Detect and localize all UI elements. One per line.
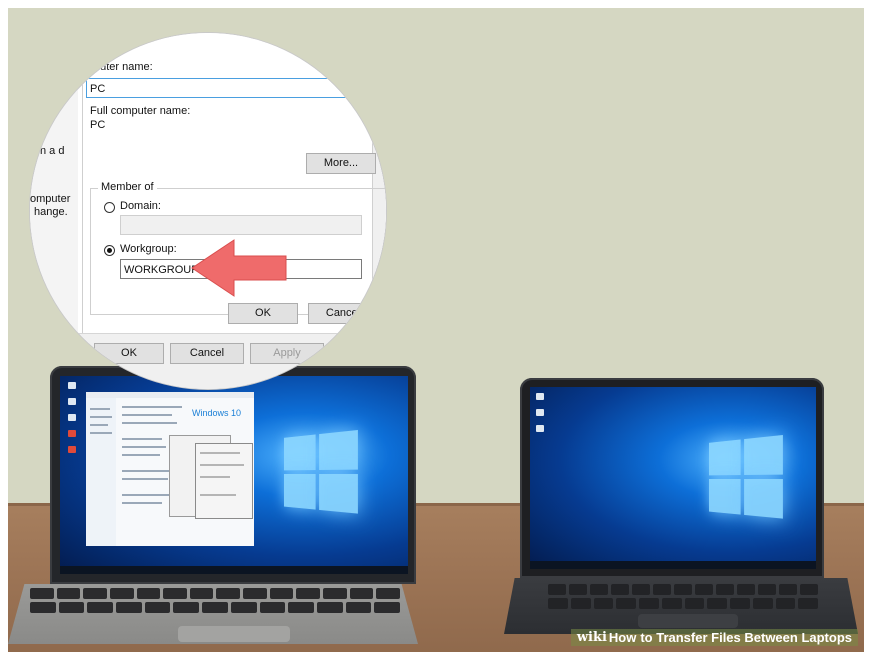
full-computer-name-value: PC	[90, 119, 106, 131]
cancel-button[interactable]: Cancel	[308, 303, 378, 324]
side-text-2: omputer	[30, 193, 71, 205]
desktop-pc-icon-right	[536, 409, 544, 416]
right-taskbar	[530, 561, 816, 569]
watermark-brand: wiki	[576, 630, 607, 645]
workgroup-label: Workgroup:	[120, 243, 177, 255]
desktop-pc-icon	[68, 398, 76, 405]
desktop-network-icon	[68, 414, 76, 421]
red-arrow-icon	[191, 239, 287, 297]
right-laptop-keyboard	[548, 584, 818, 612]
parent-ok-button[interactable]: OK	[94, 343, 164, 364]
left-laptop-screen: Windows 10	[60, 376, 408, 574]
computer-name-field[interactable]: PC	[86, 78, 356, 98]
parent-apply-button[interactable]: Apply	[250, 343, 324, 364]
desktop-network-icon-right	[536, 425, 544, 432]
member-of-label: Member of	[98, 181, 157, 193]
desktop-app-icon-2	[68, 446, 76, 453]
right-laptop-touchpad	[638, 614, 738, 628]
right-laptop-screen	[530, 387, 816, 569]
desktop-app-icon	[68, 430, 76, 437]
domain-radio[interactable]	[104, 202, 115, 213]
magnifier-circle: n a d omputer hange. puter name: PC Full…	[30, 33, 386, 389]
computer-name-label: puter name:	[94, 61, 153, 73]
computer-name-dialog: n a d omputer hange. puter name: PC Full…	[30, 33, 386, 389]
watermark-title: to Transfer Files Between Laptops	[640, 630, 852, 645]
left-laptop-touchpad	[178, 626, 290, 642]
domain-field[interactable]	[120, 215, 362, 235]
more-button[interactable]: More...	[306, 153, 376, 174]
desktop-recycle-bin-icon-right	[536, 393, 544, 400]
parent-cancel-button[interactable]: Cancel	[170, 343, 244, 364]
side-text-3: hange.	[34, 206, 68, 218]
full-computer-name-label: Full computer name:	[90, 105, 191, 117]
domain-label: Domain:	[120, 200, 161, 212]
side-text-1: n a d	[40, 145, 65, 157]
ok-button[interactable]: OK	[228, 303, 298, 324]
wikihow-watermark: wiki How to Transfer Files Between Lapto…	[570, 629, 858, 646]
windows-10-badge: Windows 10	[192, 408, 242, 418]
left-taskbar	[60, 566, 408, 574]
windows-logo-icon-right	[709, 434, 789, 523]
computer-name-changes-window	[196, 444, 252, 518]
watermark-how: How	[608, 630, 637, 645]
left-laptop-keyboard	[30, 588, 400, 622]
windows-logo-icon	[284, 429, 364, 518]
scene: Windows 10 n a d omputer hange. puter na…	[8, 8, 864, 652]
workgroup-radio[interactable]	[104, 245, 115, 256]
